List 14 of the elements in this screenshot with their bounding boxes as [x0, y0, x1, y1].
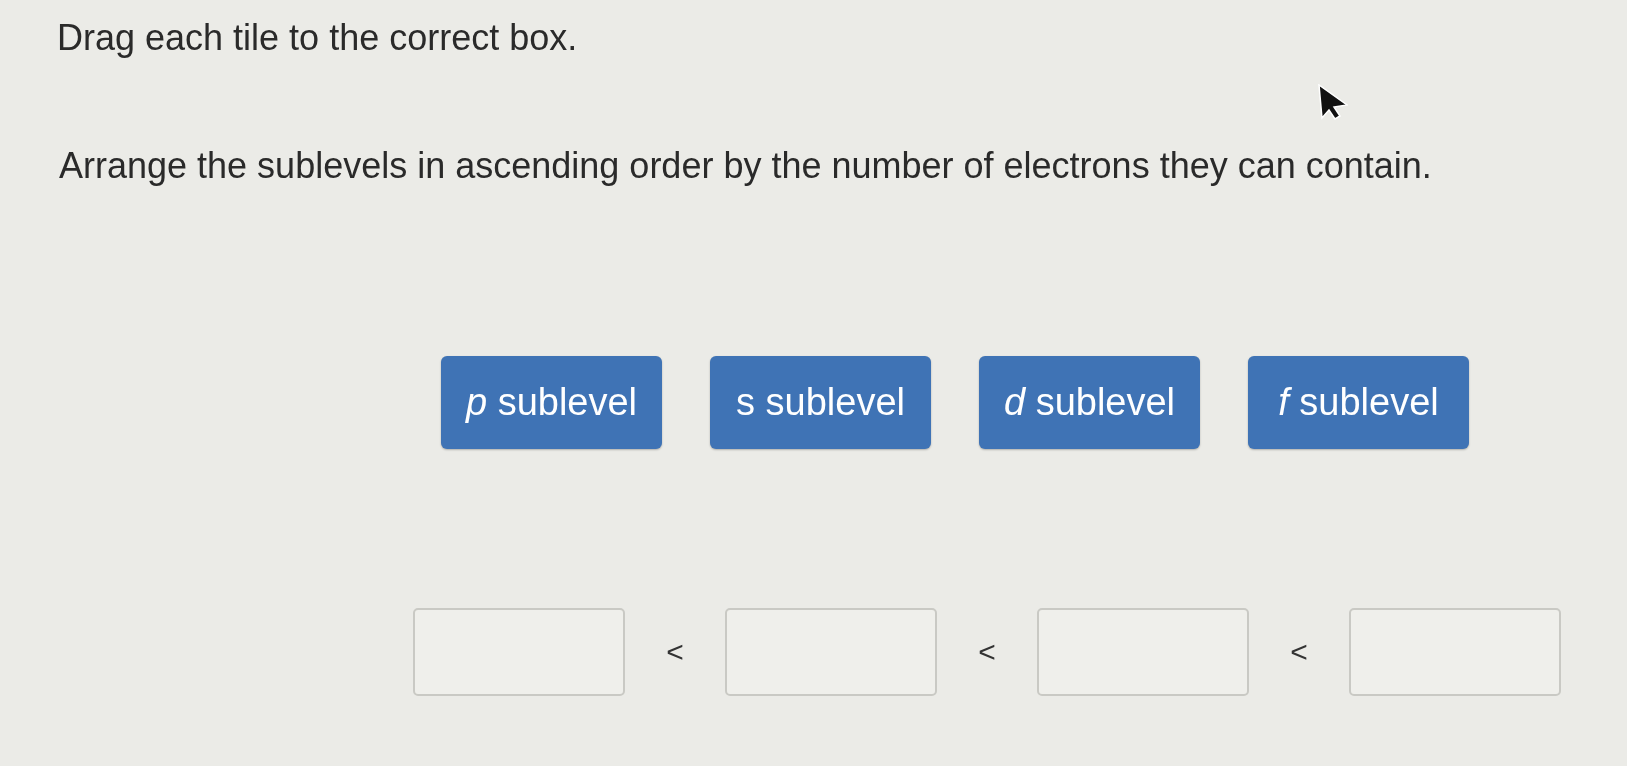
less-than-sign: < — [666, 635, 684, 669]
drop-box[interactable] — [413, 608, 625, 696]
less-than-sign: < — [1290, 635, 1308, 669]
draggable-tile[interactable]: p sublevel — [441, 356, 662, 449]
less-than-sign: < — [978, 635, 996, 669]
drop-box[interactable] — [1037, 608, 1249, 696]
drop-box[interactable] — [1349, 608, 1561, 696]
mouse-pointer-icon — [1318, 84, 1348, 120]
drop-box[interactable] — [725, 608, 937, 696]
question-prompt: Arrange the sublevels in ascending order by the number of electrons they can contain. — [59, 144, 1432, 188]
draggable-tile[interactable]: d sublevel — [979, 356, 1200, 449]
draggable-tile[interactable]: s sublevel — [710, 356, 931, 449]
instruction-title: Drag each tile to the correct box. — [57, 16, 578, 60]
draggable-tile[interactable]: f sublevel — [1248, 356, 1469, 449]
